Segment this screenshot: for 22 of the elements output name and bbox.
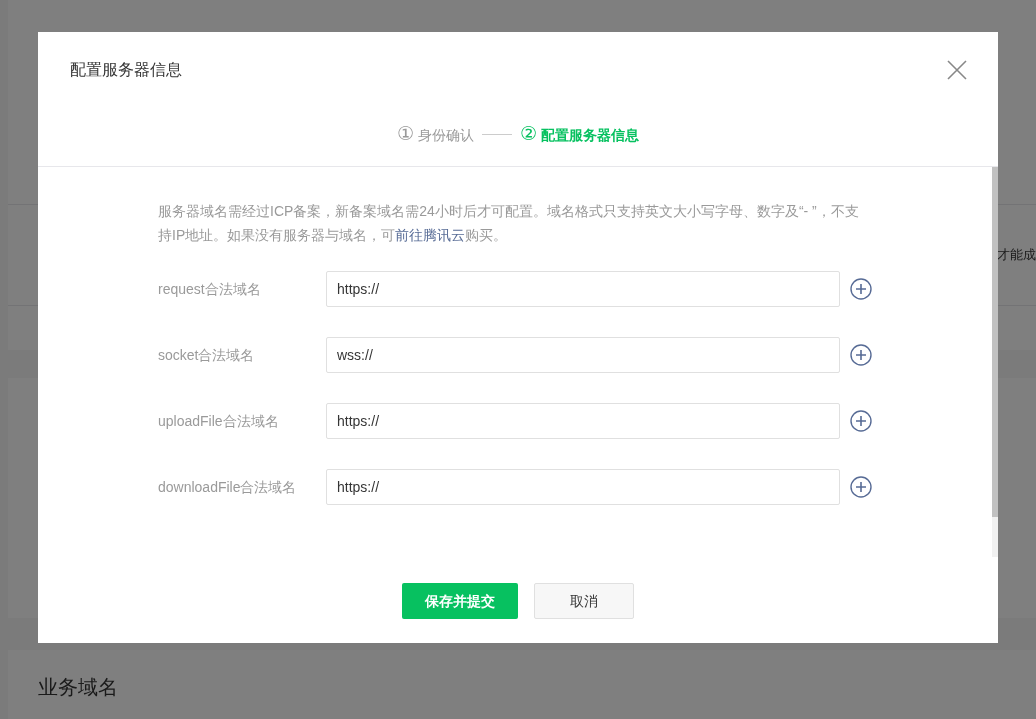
field-label: request合法域名 [158, 279, 262, 299]
cloud-link[interactable]: 前往腾讯云 [395, 227, 466, 243]
domain-input[interactable]: https:// [326, 403, 840, 439]
step-label: ② 配置服务器信息 [520, 121, 640, 146]
add-icon[interactable] [850, 344, 872, 366]
add-icon[interactable] [850, 476, 872, 498]
close-icon[interactable] [946, 59, 968, 81]
notice-text: 服务器域名需经过ICP备案，新备案域名需24小时后才可配置。域名格式只支持英文大小写字母、数字及“- ”，不支持IP地址。如果没有服务器与域名，可前往腾讯云购买。 [158, 202, 860, 245]
section-title: 业务域名 [38, 676, 118, 698]
field-label: downloadFile合法域名 [158, 477, 298, 497]
dialog-title: 配置服务器信息 [70, 60, 182, 80]
add-icon[interactable] [850, 278, 872, 300]
field-label: socket合法域名 [158, 345, 256, 365]
field-label: uploadFile合法域名 [158, 411, 280, 431]
step-label: ① 身份确认 [396, 121, 474, 146]
scrollbar-thumb[interactable] [992, 167, 998, 517]
cancel-button[interactable]: 取消 [534, 583, 634, 619]
row-text: 才能成 [997, 246, 1036, 265]
add-icon[interactable] [850, 410, 872, 432]
domain-input[interactable]: https:// [326, 469, 840, 505]
domain-input[interactable]: https:// [326, 271, 840, 307]
domain-input[interactable]: wss:// [326, 337, 840, 373]
